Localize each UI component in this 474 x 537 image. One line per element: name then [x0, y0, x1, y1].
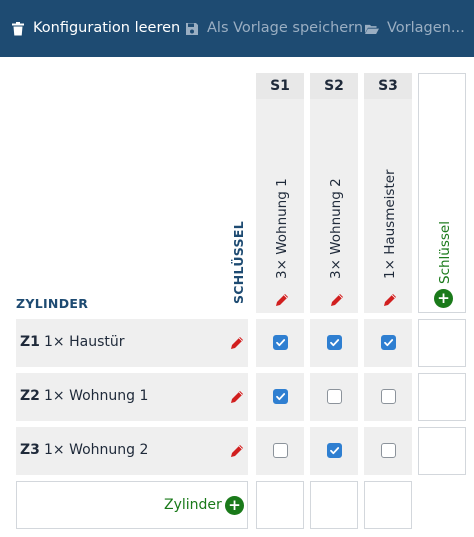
schluessel-row-header: SCHLÜSSEL [231, 221, 246, 304]
edit-cylinder-z3-pencil-icon[interactable] [230, 444, 244, 458]
access-checkbox-z3-s3[interactable] [381, 443, 396, 458]
save-template-button[interactable]: Als Vorlage speichern [185, 0, 363, 57]
cylinder-id-z1: Z1 [20, 334, 40, 350]
cylinder-label-z1: 1× Haustür [44, 334, 125, 350]
check-icon [330, 447, 340, 455]
edit-key-s3-pencil-icon[interactable] [383, 293, 397, 307]
access-checkbox-z3-s2[interactable] [327, 443, 342, 458]
empty-cell-z2 [418, 373, 466, 421]
key-header-s3: 1× Hausmeister [364, 99, 412, 313]
key-label-s1: 3× Wohnung 1 [274, 178, 290, 279]
cylinder-label-z2: 1× Wohnung 1 [44, 388, 149, 404]
edit-cylinder-z2-pencil-icon[interactable] [230, 390, 244, 404]
check-icon [276, 393, 286, 401]
check-icon [276, 339, 286, 347]
key-label-s3: 1× Hausmeister [382, 169, 398, 279]
cylinder-label-z3: 1× Wohnung 2 [44, 442, 149, 458]
key-header-s2: 3× Wohnung 2 [310, 99, 358, 313]
clear-configuration-label: Konfiguration leeren [33, 20, 181, 36]
cylinder-id-z2: Z2 [20, 388, 40, 404]
add-key-plus-icon: + [434, 289, 453, 308]
check-icon [330, 339, 340, 347]
empty-cell-z3 [418, 427, 466, 475]
toolbar: Konfiguration leeren Als Vorlage speiche… [0, 0, 474, 57]
key-header-s1: 3× Wohnung 1 [256, 99, 304, 313]
access-checkbox-z1-s3[interactable] [381, 335, 396, 350]
edit-key-s1-pencil-icon[interactable] [275, 293, 289, 307]
clear-configuration-button[interactable]: Konfiguration leeren [11, 0, 180, 57]
empty-cell-add-s3 [364, 481, 412, 529]
edit-cylinder-z1-pencil-icon[interactable] [230, 336, 244, 350]
templates-label: Vorlagen... [387, 20, 465, 36]
empty-cell-add-s1 [256, 481, 304, 529]
floppy-disk-icon [185, 22, 199, 36]
access-checkbox-z2-s2[interactable] [327, 389, 342, 404]
cylinder-id-z3: Z3 [20, 442, 40, 458]
add-cylinder-plus-icon: + [225, 496, 244, 515]
add-key-button[interactable]: Schlüssel + [418, 73, 466, 313]
zylinder-column-header: ZYLINDER [16, 296, 89, 311]
access-checkbox-z3-s1[interactable] [273, 443, 288, 458]
empty-cell-add-s2 [310, 481, 358, 529]
save-template-label: Als Vorlage speichern [207, 20, 364, 36]
key-id-s2: S2 [310, 73, 358, 99]
add-cylinder-label: Zylinder [164, 497, 222, 513]
key-id-s1: S1 [256, 73, 304, 99]
check-icon [384, 339, 394, 347]
add-key-label: Schlüssel [437, 221, 453, 284]
empty-cell-z1 [418, 319, 466, 367]
add-cylinder-button[interactable]: Zylinder + [16, 481, 248, 529]
access-checkbox-z2-s3[interactable] [381, 389, 396, 404]
access-checkbox-z1-s1[interactable] [273, 335, 288, 350]
access-checkbox-z1-s2[interactable] [327, 335, 342, 350]
trash-icon [11, 21, 25, 36]
key-id-s3: S3 [364, 73, 412, 99]
access-checkbox-z2-s1[interactable] [273, 389, 288, 404]
folder-open-icon [365, 22, 379, 36]
templates-button[interactable]: Vorlagen... [365, 0, 465, 57]
key-label-s2: 3× Wohnung 2 [328, 178, 344, 279]
edit-key-s2-pencil-icon[interactable] [330, 293, 344, 307]
